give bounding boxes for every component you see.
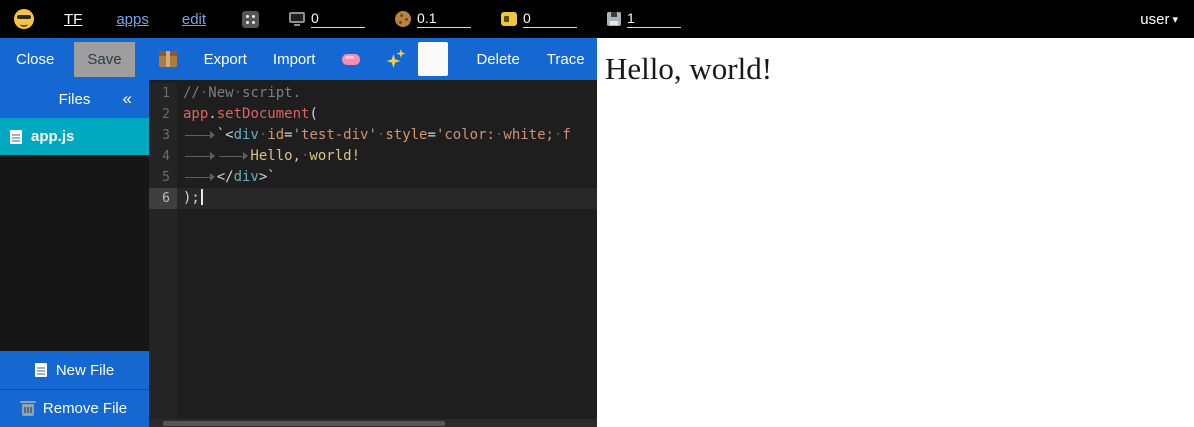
blank-button[interactable] <box>418 42 448 76</box>
stat-cookie: 0.1 <box>395 10 471 28</box>
space-whitespace-marker: · <box>234 85 242 101</box>
files-panel-header: Files « <box>0 80 149 118</box>
gutter-line-number: 2 <box>149 104 177 125</box>
import-button[interactable]: Import <box>273 51 316 68</box>
file-item-appjs[interactable]: app.js <box>0 118 149 155</box>
code-token: 'color: <box>436 127 495 143</box>
tab-whitespace-marker <box>183 170 217 184</box>
collapse-panel-button[interactable]: « <box>117 80 138 118</box>
stat-token-value[interactable]: 0 <box>523 10 577 28</box>
gutter-line-number: 5 <box>149 167 177 188</box>
remove-file-label: Remove File <box>43 400 127 417</box>
code-token: world! <box>309 148 360 164</box>
rendered-output-region: Hello, world! <box>597 38 1194 427</box>
code-token: . <box>208 106 216 122</box>
files-panel-title: Files <box>59 91 91 108</box>
gutter-line-number: 4 <box>149 146 177 167</box>
chevron-down-icon: ▾ <box>1172 13 1178 26</box>
editor-inner: 123456 //·New·script.app.setDocument(`<d… <box>149 80 597 427</box>
code-token: 'test-div' <box>293 127 377 143</box>
close-button[interactable]: Close <box>16 51 54 68</box>
code-token: white; <box>503 127 554 143</box>
code-token: New <box>208 85 233 101</box>
file-item-label: app.js <box>31 128 74 145</box>
file-icon <box>10 130 22 144</box>
package-icon <box>159 51 177 67</box>
monitor-icon <box>289 12 305 23</box>
code-token: f <box>562 127 570 143</box>
code-line[interactable]: ); <box>177 188 597 209</box>
editor-gutter: 123456 <box>149 83 177 427</box>
remove-file-button[interactable]: Remove File <box>0 389 149 427</box>
nav-link-apps[interactable]: apps <box>116 11 149 28</box>
code-line[interactable]: </div>` <box>177 167 597 188</box>
code-token: </ <box>217 169 234 185</box>
soap-button[interactable] <box>342 54 360 65</box>
stat-cookie-value[interactable]: 0.1 <box>417 10 471 28</box>
editor-code[interactable]: //·New·script.app.setDocument(`<div·id='… <box>177 83 597 427</box>
code-token: div <box>234 169 259 185</box>
delete-button[interactable]: Delete <box>476 51 519 68</box>
code-token: ); <box>183 190 200 206</box>
code-token: app <box>183 106 208 122</box>
token-icon <box>501 12 517 26</box>
smiley-face-icon[interactable] <box>14 9 34 29</box>
sparkles-button[interactable] <box>386 49 406 69</box>
soap-icon <box>342 54 360 65</box>
export-button[interactable]: Export <box>204 51 247 68</box>
code-token: div <box>234 127 259 143</box>
gutter-line-number: 1 <box>149 83 177 104</box>
top-bar: TF apps edit 0 0.1 0 1 user ▾ <box>0 0 1194 38</box>
dice-icon[interactable] <box>242 11 259 28</box>
trace-button[interactable]: Trace <box>547 51 585 68</box>
code-token: = <box>428 127 436 143</box>
code-token: Hello, <box>250 148 301 164</box>
code-token: id <box>267 127 284 143</box>
code-token: script. <box>242 85 301 101</box>
rendered-hello-text: Hello, world! <box>605 51 1194 87</box>
nav-link-edit[interactable]: edit <box>182 11 206 28</box>
save-button[interactable]: Save <box>74 42 134 77</box>
tab-whitespace-marker <box>183 128 217 142</box>
horizontal-scrollbar[interactable] <box>149 419 597 427</box>
code-editor[interactable]: 123456 //·New·script.app.setDocument(`<d… <box>149 80 597 427</box>
editor-toolbar: Close Save Export Import Delete Trace <box>0 38 597 80</box>
scrollbar-thumb[interactable] <box>163 421 445 426</box>
cookie-icon <box>395 11 411 27</box>
code-line[interactable]: app.setDocument( <box>177 104 597 125</box>
stat-token: 0 <box>501 10 577 28</box>
tab-whitespace-marker <box>183 149 217 163</box>
code-token: ` <box>267 169 275 185</box>
stat-floppy: 1 <box>607 10 681 28</box>
files-panel: Files « app.js New File Remove File <box>0 80 149 427</box>
sparkles-icon <box>386 49 406 69</box>
new-file-button[interactable]: New File <box>0 351 149 389</box>
code-token: < <box>225 127 233 143</box>
text-cursor <box>201 189 203 205</box>
new-file-icon <box>35 363 47 377</box>
code-token: ` <box>217 127 225 143</box>
stat-monitor: 0 <box>289 10 365 28</box>
gutter-line-number: 3 <box>149 125 177 146</box>
code-token: = <box>284 127 292 143</box>
code-line[interactable]: Hello,·world! <box>177 146 597 167</box>
user-menu-label: user <box>1140 11 1169 28</box>
new-file-label: New File <box>56 362 114 379</box>
code-line[interactable]: //·New·script. <box>177 83 597 104</box>
stat-monitor-value[interactable]: 0 <box>311 10 365 28</box>
floppy-disk-icon <box>607 12 621 26</box>
user-menu[interactable]: user ▾ <box>1140 11 1178 28</box>
brand-link[interactable]: TF <box>64 11 82 28</box>
code-token: // <box>183 85 200 101</box>
trash-icon <box>22 404 34 416</box>
code-token: ( <box>309 106 317 122</box>
file-list-empty-area <box>0 155 149 351</box>
code-token: setDocument <box>217 106 310 122</box>
gutter-line-number: 6 <box>149 188 177 209</box>
stat-floppy-value[interactable]: 1 <box>627 10 681 28</box>
package-button[interactable] <box>159 51 177 67</box>
code-token: style <box>385 127 427 143</box>
code-line[interactable]: `<div·id='test-div'·style='color:·white;… <box>177 125 597 146</box>
tab-whitespace-marker <box>217 149 251 163</box>
